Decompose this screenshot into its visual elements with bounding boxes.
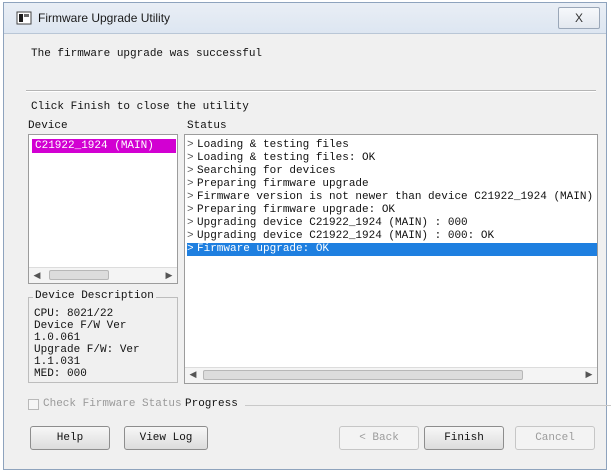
description-line: CPU: 8021/22 bbox=[34, 308, 114, 320]
check-firmware-checkbox[interactable] bbox=[28, 399, 39, 410]
scrollbar-thumb[interactable] bbox=[49, 270, 109, 280]
description-line: 1.1.031 bbox=[34, 356, 81, 368]
status-label: Status bbox=[187, 120, 227, 132]
scroll-left-icon[interactable]: ◀ bbox=[30, 269, 44, 282]
divider bbox=[26, 90, 596, 92]
close-button[interactable]: X bbox=[558, 7, 600, 29]
title-bar: Firmware Upgrade Utility X bbox=[4, 3, 606, 34]
cancel-button[interactable]: Cancel bbox=[515, 426, 595, 450]
row-marker-icon: > bbox=[187, 178, 194, 190]
status-row: > Upgrading device C21922_1924 (MAIN) : 0… bbox=[187, 217, 468, 229]
row-marker-icon: > bbox=[187, 165, 194, 177]
scrollbar-thumb[interactable] bbox=[203, 370, 523, 380]
status-row: > Preparing firmware upgrade bbox=[187, 178, 369, 190]
status-row-selected[interactable]: > Firmware upgrade: OK bbox=[187, 243, 597, 256]
status-row: > Preparing firmware upgrade: OK bbox=[187, 204, 396, 216]
scroll-right-icon[interactable]: ▶ bbox=[162, 269, 176, 282]
description-line: MED: 000 bbox=[34, 368, 87, 380]
description-line: Device F/W Ver bbox=[34, 320, 127, 332]
device-label: Device bbox=[28, 120, 68, 132]
app-icon bbox=[16, 11, 32, 25]
row-marker-icon: > bbox=[187, 139, 194, 151]
progress-divider bbox=[245, 405, 611, 406]
row-marker-icon: > bbox=[187, 217, 194, 229]
view-log-button[interactable]: View Log bbox=[124, 426, 208, 450]
scroll-left-icon[interactable]: ◀ bbox=[186, 369, 200, 382]
device-description-group: Device Description CPU: 8021/22 Device F… bbox=[28, 290, 178, 383]
success-message: The firmware upgrade was successful bbox=[31, 48, 263, 60]
description-line: Upgrade F/W: Ver bbox=[34, 344, 140, 356]
back-button[interactable]: < Back bbox=[339, 426, 419, 450]
row-marker-icon: > bbox=[187, 191, 194, 203]
check-firmware-label: Check Firmware Status bbox=[43, 398, 182, 410]
status-row: > Loading & testing files: OK bbox=[187, 152, 376, 164]
device-description-title: Device Description bbox=[33, 290, 156, 302]
status-list[interactable]: > Loading & testing files > Loading & test… bbox=[184, 134, 598, 384]
status-row: > Upgrading device C21922_1924 (MAIN) : 0… bbox=[187, 230, 495, 242]
row-marker-icon: > bbox=[187, 204, 194, 216]
row-marker-icon: > bbox=[187, 152, 194, 164]
status-list-scrollbar[interactable]: ◀ ▶ bbox=[185, 367, 597, 383]
description-line: 1.0.061 bbox=[34, 332, 81, 344]
device-list-scrollbar[interactable]: ◀ ▶ bbox=[29, 267, 177, 283]
status-row: > Searching for devices bbox=[187, 165, 336, 177]
row-marker-icon: > bbox=[187, 243, 194, 255]
row-marker-icon: > bbox=[187, 230, 194, 242]
help-button[interactable]: Help bbox=[30, 426, 110, 450]
finish-button[interactable]: Finish bbox=[424, 426, 504, 450]
close-icon: X bbox=[574, 11, 583, 25]
status-row: > Firmware version is not newer than devi… bbox=[187, 191, 594, 203]
device-list[interactable]: C21922_1924 (MAIN) ◀ ▶ bbox=[28, 134, 178, 284]
device-item[interactable]: C21922_1924 (MAIN) bbox=[32, 139, 176, 153]
scroll-right-icon[interactable]: ▶ bbox=[582, 369, 596, 382]
window-title: Firmware Upgrade Utility bbox=[38, 11, 171, 25]
finish-hint: Click Finish to close the utility bbox=[31, 101, 249, 113]
status-row: > Loading & testing files bbox=[187, 139, 349, 151]
progress-label: Progress bbox=[185, 398, 238, 410]
